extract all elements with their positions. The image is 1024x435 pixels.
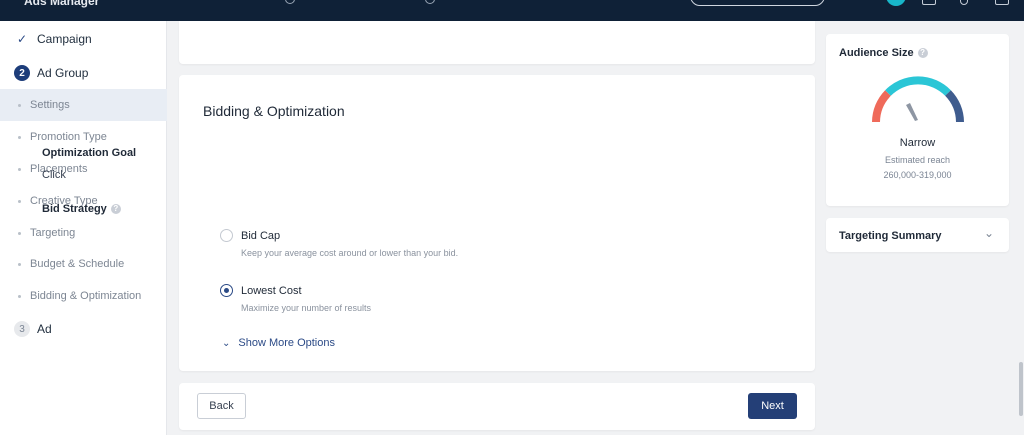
search-input[interactable]	[690, 0, 825, 6]
sidebar-item-label: Budget & Schedule	[30, 258, 125, 270]
footer-card	[179, 383, 815, 430]
bid-cap-radio[interactable]	[220, 229, 233, 242]
bullet-icon	[18, 135, 21, 139]
lowest-cost-description: Maximize your number of results	[241, 303, 372, 313]
sidebar-item-label: Targeting	[30, 227, 76, 239]
sidebar-item-budget-schedule[interactable]: Budget & Schedule	[0, 248, 167, 280]
help-icon[interactable]	[845, 0, 859, 5]
bullet-icon	[18, 262, 21, 266]
gauge-segment-specific	[885, 76, 951, 96]
nav-icon[interactable]	[285, 0, 295, 4]
help-icon[interactable]: ?	[110, 204, 121, 214]
key-icon[interactable]	[960, 0, 968, 5]
step-number: 3	[14, 321, 30, 337]
bid-cap-label[interactable]: Bid Cap	[241, 230, 280, 242]
gauge-status: Narrow	[899, 137, 936, 149]
scrollbar[interactable]	[1019, 362, 1023, 416]
step-label: Ad Group	[37, 66, 89, 80]
step-label: Ad	[37, 322, 52, 336]
chevron-down-icon[interactable]: ⌄	[984, 226, 994, 240]
targeting-summary-title[interactable]: Targeting Summary	[839, 230, 942, 242]
lowest-cost-label[interactable]: Lowest Cost	[241, 285, 302, 297]
section-title: Bidding & Optimization	[203, 103, 345, 119]
show-more-options-link[interactable]: ⌄ Show More Options	[222, 337, 335, 349]
nav-icon-2[interactable]	[425, 0, 435, 4]
step-ad-group[interactable]: 2 Ad Group	[0, 57, 167, 89]
calendar-icon[interactable]	[922, 0, 936, 5]
top-bar: Ads Manager	[0, 0, 1024, 21]
audience-size-title: Audience Size?	[839, 47, 928, 59]
notification-icon[interactable]	[995, 0, 1009, 5]
estimated-reach-label: Estimated reach	[884, 155, 951, 165]
back-button[interactable]: Back	[197, 393, 246, 419]
next-button[interactable]: Next	[748, 393, 797, 419]
bullet-icon	[18, 294, 21, 298]
double-chevron-down-icon: ⌄	[222, 337, 231, 349]
avatar[interactable]	[886, 0, 906, 6]
bullet-icon	[18, 103, 21, 107]
gauge-needle	[906, 103, 918, 121]
app-title: Ads Manager	[24, 0, 100, 8]
sidebar-item-label: Bidding & Optimization	[30, 290, 142, 302]
sidebar-item-targeting[interactable]: Targeting	[0, 217, 167, 249]
gauge-segment-broad	[944, 90, 964, 123]
sidebar-item-bidding-optimization[interactable]: Bidding & Optimization	[0, 280, 167, 312]
lowest-cost-radio[interactable]	[220, 284, 233, 297]
bullet-icon	[18, 231, 21, 235]
optimization-goal-label: Optimization Goal	[42, 147, 137, 159]
step-label: Campaign	[37, 32, 92, 46]
previous-section-card	[179, 21, 815, 64]
estimated-reach-value: 260,000-319,000	[883, 170, 952, 180]
bidding-optimization-card: Bidding & Optimization	[179, 75, 815, 371]
help-icon[interactable]: ?	[917, 48, 928, 58]
sidebar: ✓ Campaign 2 Ad Group Settings Promotion…	[0, 21, 167, 435]
gauge-segment-narrow	[872, 90, 892, 123]
audience-gauge	[872, 76, 964, 123]
bid-strategy-text: Bid Strategy	[42, 203, 107, 215]
step-number: 2	[14, 65, 30, 81]
sidebar-item-settings[interactable]: Settings	[0, 89, 167, 121]
check-icon: ✓	[16, 32, 28, 46]
sidebar-item-label: Settings	[30, 99, 70, 111]
step-campaign[interactable]: ✓ Campaign	[0, 23, 167, 55]
show-more-label: Show More Options	[238, 337, 335, 349]
audience-size-label: Audience Size	[839, 47, 914, 59]
sidebar-item-label: Promotion Type	[30, 131, 107, 143]
bid-strategy-label: Bid Strategy?	[42, 203, 121, 215]
bullet-icon	[18, 199, 21, 203]
step-ad[interactable]: 3 Ad	[0, 313, 167, 345]
optimization-goal-value: Click	[42, 169, 66, 181]
bid-cap-description: Keep your average cost around or lower t…	[241, 248, 459, 258]
bullet-icon	[18, 167, 21, 171]
